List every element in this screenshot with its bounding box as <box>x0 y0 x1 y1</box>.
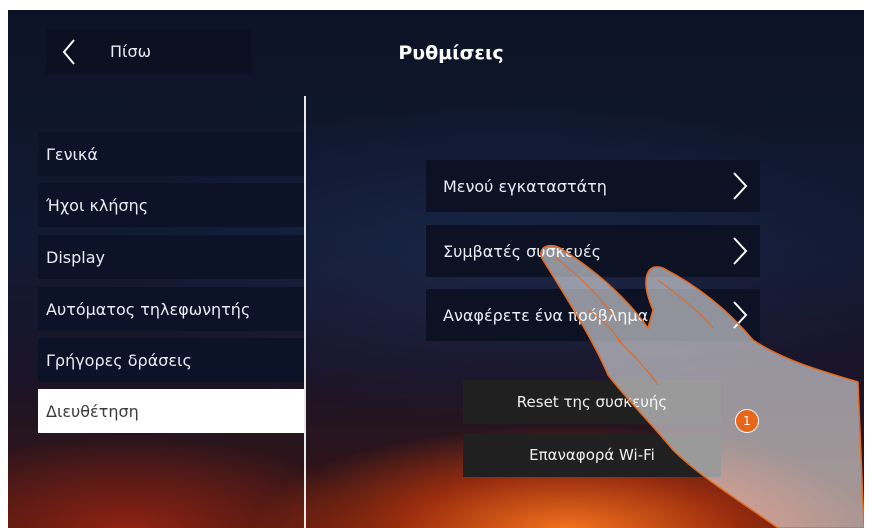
compatible-devices-button[interactable]: Συμβατές συσκευές <box>426 225 760 277</box>
option-label: Αναφέρετε ένα πρόβλημα <box>443 305 649 325</box>
sidebar-item-configuration[interactable]: Διευθέτηση <box>38 389 304 433</box>
sidebar-item-label: Display <box>46 247 105 267</box>
sidebar-item-label: Γρήγορες δράσεις <box>46 350 192 370</box>
installer-menu-button[interactable]: Μενού εγκαταστάτη <box>426 160 760 212</box>
sidebar-item-label: Γενικά <box>46 144 98 164</box>
reset-wifi-button[interactable]: Επαναφορά Wi-Fi <box>463 433 721 477</box>
intercom-screen: Πίσω Ρυθμίσεις Γενικά Ήχοι κλήσης Displa… <box>8 10 864 528</box>
divider <box>304 96 306 528</box>
sidebar-item-quick-actions[interactable]: Γρήγορες δράσεις <box>38 338 304 382</box>
report-problem-button[interactable]: Αναφέρετε ένα πρόβλημα <box>426 289 760 341</box>
sidebar-item-ringtones[interactable]: Ήχοι κλήσης <box>38 183 304 227</box>
sidebar-item-answering-machine[interactable]: Αυτόματος τηλεφωνητής <box>38 287 304 331</box>
chevron-right-icon <box>733 237 748 265</box>
option-label: Μενού εγκαταστάτη <box>443 176 607 196</box>
sidebar-item-display[interactable]: Display <box>38 235 304 279</box>
reset-wifi-label: Επαναφορά Wi-Fi <box>529 446 655 464</box>
sidebar-item-label: Διευθέτηση <box>46 401 139 421</box>
sidebar-item-general[interactable]: Γενικά <box>38 132 304 176</box>
chevron-right-icon <box>733 172 748 200</box>
sidebar-item-label: Ήχοι κλήσης <box>46 195 149 215</box>
sidebar-item-label: Αυτόματος τηλεφωνητής <box>46 299 251 319</box>
top-bar: Πίσω Ρυθμίσεις <box>8 10 864 98</box>
option-label: Συμβατές συσκευές <box>443 241 601 261</box>
chevron-right-icon <box>733 301 748 329</box>
callout-badge: 1 <box>735 409 759 433</box>
page-title: Ρυθμίσεις <box>398 42 504 64</box>
reset-device-label: Reset της συσκευής <box>516 393 668 411</box>
reset-device-button[interactable]: Reset της συσκευής <box>463 380 721 424</box>
